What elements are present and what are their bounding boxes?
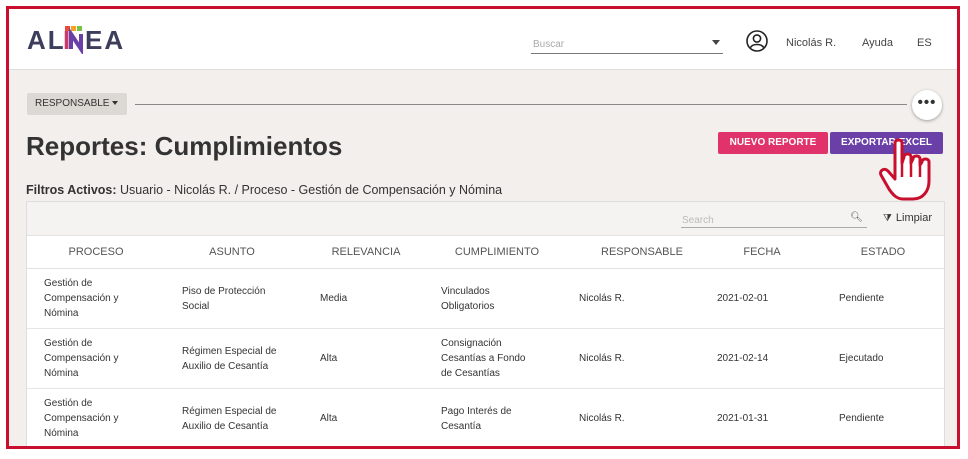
svg-text:AL: AL — [27, 25, 66, 54]
cell-text: Compensación y — [44, 293, 119, 304]
global-search[interactable] — [531, 34, 723, 54]
cell-asunto: Piso de Protección Social — [182, 269, 265, 328]
column-header-proceso[interactable]: PROCESO — [41, 246, 151, 258]
cell-text: Compensación y — [44, 353, 119, 364]
hand-pointer-icon — [879, 138, 931, 201]
cell-text: Piso de Protección — [182, 285, 266, 297]
help-link[interactable]: Ayuda — [862, 37, 893, 49]
cell-text: Pago Interés de — [441, 405, 512, 417]
cell-text: Nómina — [44, 368, 79, 379]
table-row[interactable]: Gestión de Compensación y Nómina Régimen… — [27, 329, 944, 389]
cell-cumplimiento: Consignación Cesantías a Fondo de Cesant… — [441, 329, 526, 388]
top-navbar: AL I EA Nicolás R. Ayuda ES — [9, 9, 957, 70]
table-row[interactable]: Gestión de Compensación y Nómina Piso de… — [27, 269, 944, 329]
table-search[interactable]: 🔍︎ — [681, 210, 867, 228]
cell-cumplimiento: Vinculados Obligatorios — [441, 269, 494, 328]
table-toolbar: 🔍︎ ⧩Limpiar — [27, 202, 944, 236]
cell-relevancia: Media — [320, 293, 348, 304]
table-header: PROCESO ASUNTO RELEVANCIA CUMPLIMIENTO R… — [27, 235, 944, 269]
cell-text: Cesantía — [441, 420, 482, 432]
user-avatar-icon[interactable] — [746, 30, 768, 52]
ellipsis-icon: ••• — [917, 94, 937, 111]
cell-text: Nómina — [44, 428, 79, 439]
responsable-label: RESPONSABLE — [35, 98, 110, 109]
cell-text: de Cesantías — [441, 368, 500, 379]
clear-label: Limpiar — [895, 212, 932, 224]
user-name-link[interactable]: Nicolás R. — [786, 37, 836, 49]
cell-text: Vinculados — [441, 285, 490, 297]
cell-estado: Pendiente — [839, 293, 885, 304]
cell-relevancia: Alta — [320, 353, 338, 364]
cell-relevancia: Alta — [320, 413, 338, 424]
cell-proceso: Gestión de Compensación y Nómina — [44, 269, 118, 328]
table-row[interactable]: Gestión de Compensación y Nómina Régimen… — [27, 389, 944, 446]
active-filters: Filtros Activos: Usuario - Nicolás R. / … — [26, 183, 502, 197]
cell-fecha: 2021-02-14 — [717, 353, 769, 364]
cell-proceso: Gestión de Compensación y Nómina — [44, 389, 119, 446]
cell-fecha: 2021-01-31 — [717, 413, 769, 424]
more-options-button[interactable]: ••• — [912, 90, 942, 120]
column-header-asunto[interactable]: ASUNTO — [177, 246, 287, 258]
column-header-fecha[interactable]: FECHA — [707, 246, 817, 258]
filters-label: Filtros Activos: — [26, 183, 117, 197]
cell-text: Gestión de — [44, 278, 93, 289]
cell-text: Compensación y — [44, 413, 119, 424]
cell-text: Social — [182, 300, 210, 312]
cell-asunto: Régimen Especial de Auxilio de Cesantía — [182, 389, 277, 446]
cell-responsable: Nicolás R. — [579, 413, 625, 424]
column-header-responsable[interactable]: RESPONSABLE — [577, 246, 707, 258]
cell-fecha: 2021-02-01 — [717, 293, 769, 304]
svg-text:EA: EA — [85, 25, 125, 54]
cell-responsable: Nicolás R. — [579, 353, 625, 364]
language-selector[interactable]: ES — [917, 37, 932, 49]
cell-responsable: Nicolás R. — [579, 293, 625, 304]
filter-icon: ⧩ — [883, 213, 892, 224]
caret-down-icon — [112, 101, 119, 106]
alinea-logo[interactable]: AL I EA — [27, 24, 133, 61]
cell-text: Régimen Especial de — [182, 405, 277, 417]
cell-text: Régimen Especial de — [182, 345, 277, 357]
divider — [135, 104, 907, 105]
cell-text: Nómina — [44, 308, 79, 319]
cell-text: Obligatorios — [441, 300, 495, 312]
cell-text: Consignación — [441, 338, 502, 349]
cell-estado: Pendiente — [839, 413, 885, 424]
table-search-input[interactable] — [681, 214, 843, 227]
column-header-estado[interactable]: ESTADO — [833, 246, 933, 258]
new-report-button[interactable]: NUEVO REPORTE — [718, 132, 828, 154]
clear-filters-button[interactable]: ⧩ Limpiar — [883, 212, 932, 224]
cell-text: Auxilio de Cesantía — [182, 420, 269, 432]
cell-text: Cesantías a Fondo — [441, 353, 526, 364]
cell-estado: Ejecutado — [839, 353, 884, 364]
page-title: Reportes: Cumplimientos — [26, 131, 343, 161]
column-header-relevancia[interactable]: RELEVANCIA — [311, 246, 421, 258]
cell-cumplimiento: Pago Interés de Cesantía — [441, 389, 512, 446]
app-window: AL I EA Nicolás R. Ayuda ES RESPONSABLE … — [6, 6, 960, 449]
cell-text: Gestión de — [44, 338, 93, 349]
chevron-down-icon[interactable] — [712, 40, 720, 45]
responsable-dropdown[interactable]: RESPONSABLE — [27, 93, 127, 115]
global-search-input[interactable] — [531, 37, 705, 52]
alinea-logo-mark: AL I EA — [27, 25, 125, 56]
cell-text: Auxilio de Cesantía — [182, 360, 269, 372]
filters-value: Usuario - Nicolás R. / Proceso - Gestión… — [116, 183, 503, 197]
cell-asunto: Régimen Especial de Auxilio de Cesantía — [182, 329, 277, 388]
reports-table: 🔍︎ ⧩Limpiar PROCESO ASUNTO RELEVANCIA CU… — [26, 201, 945, 446]
column-header-cumplimiento[interactable]: CUMPLIMIENTO — [432, 246, 562, 258]
cell-proceso: Gestión de Compensación y Nómina — [44, 329, 118, 388]
search-icon[interactable]: 🔍︎ — [850, 212, 863, 223]
cell-text: Gestión de — [44, 398, 93, 409]
